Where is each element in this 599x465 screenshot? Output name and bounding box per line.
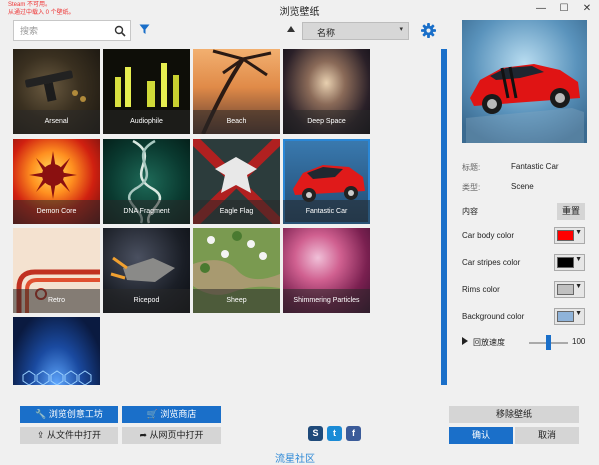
rims-color-label: Rims color (462, 285, 500, 294)
wallpaper-title: Demon Core (13, 200, 100, 224)
car-stripes-color-swatch (557, 257, 574, 268)
upload-icon: ⇪ (36, 430, 45, 440)
sort-value: 名称 (317, 28, 336, 38)
wallpaper-tile[interactable]: Retro (13, 228, 100, 313)
minimize-button[interactable]: — (530, 0, 552, 18)
search-icon[interactable] (114, 25, 126, 37)
community-watermark: 流星社区 (275, 454, 315, 465)
wallpaper-title: DNA Fragment (103, 200, 190, 224)
type-value: Scene (511, 182, 534, 191)
wallpaper-title: Shimmering Particles (283, 289, 370, 313)
wallpaper-tile[interactable]: Audiophile (103, 49, 190, 134)
chevron-down-icon: ▾ (399, 26, 403, 33)
wallpaper-tile[interactable]: Arsenal (13, 49, 100, 134)
open-from-file-label: 从文件中打开 (47, 430, 102, 440)
wallpaper-tile[interactable]: DNA Fragment (103, 139, 190, 224)
gear-icon[interactable] (421, 23, 436, 38)
wallpaper-title: Retro (13, 289, 100, 313)
background-color-picker[interactable]: ▼ (554, 308, 585, 325)
wallpaper-title: Fantastic Car (283, 200, 370, 224)
wallpaper-title: Audiophile (103, 110, 190, 134)
filter-icon[interactable] (139, 24, 150, 35)
sort-dropdown[interactable]: 名称 ▾ (302, 22, 409, 40)
car-body-color-picker[interactable]: ▼ (554, 227, 585, 244)
cancel-button[interactable]: 取消 (515, 427, 579, 444)
search-box (13, 20, 131, 41)
content-label: 内容 (462, 207, 478, 216)
playback-speed-label: 回放速度 (473, 338, 505, 347)
cart-icon: 🛒 (146, 409, 158, 419)
car-body-color-label: Car body color (462, 231, 515, 240)
wallpaper-tile[interactable]: Sheep (193, 228, 280, 313)
reset-button[interactable]: 重置 (557, 203, 585, 220)
playback-speed-value: 100 (572, 337, 586, 346)
browse-workshop-label: 浏览创意工坊 (48, 409, 103, 419)
wallpaper-title: Beach (193, 110, 280, 134)
title-label: 标题: (462, 163, 481, 172)
wallpaper-tile[interactable]: Shimmering Particles (283, 228, 370, 313)
chevron-down-icon: ▼ (575, 229, 582, 236)
wallpaper-tile[interactable]: Ricepod (103, 228, 190, 313)
car-stripes-color-label: Car stripes color (462, 258, 521, 267)
type-label: 类型: (462, 183, 481, 192)
wallpaper-title: Ricepod (103, 289, 190, 313)
preview-image (462, 20, 587, 143)
browse-store-label: 浏览商店 (160, 409, 197, 419)
wallpaper-thumbnail (22, 370, 92, 385)
rims-color-picker[interactable]: ▼ (554, 281, 585, 298)
search-input[interactable] (14, 21, 116, 40)
scrollbar-thumb[interactable] (441, 49, 447, 385)
facebook-icon[interactable]: f (346, 426, 361, 441)
steam-icon[interactable]: S (308, 426, 323, 441)
car-preview (462, 20, 587, 143)
open-from-web-label: 从网页中打开 (149, 430, 204, 440)
rims-color-swatch (557, 284, 574, 295)
background-color-swatch (557, 311, 574, 322)
browse-workshop-button[interactable]: 🔧 浏览创意工坊 (20, 406, 118, 423)
maximize-button[interactable]: ☐ (553, 0, 575, 18)
playback-speed-handle[interactable] (546, 335, 551, 350)
chevron-down-icon: ▼ (575, 256, 582, 263)
title-value: Fantastic Car (511, 162, 559, 171)
wallpaper-tile[interactable]: Eagle Flag (193, 139, 280, 224)
wallpaper-title: Sheep (193, 289, 280, 313)
remove-wallpaper-button[interactable]: 移除壁纸 (449, 406, 579, 423)
window-title: 浏览壁纸 (279, 7, 320, 18)
chevron-down-icon: ▼ (575, 283, 582, 290)
twitter-icon[interactable]: t (327, 426, 342, 441)
open-from-file-button[interactable]: ⇪ 从文件中打开 (20, 427, 118, 444)
play-icon[interactable] (462, 337, 468, 345)
car-body-color-swatch (557, 230, 574, 241)
wallpaper-title: Deep Space (283, 110, 370, 134)
chevron-down-icon: ▼ (575, 310, 582, 317)
wallpaper-tile[interactable]: Demon Core (13, 139, 100, 224)
wallpaper-tile[interactable]: Fantastic Car (283, 139, 370, 224)
sort-direction-icon[interactable] (287, 26, 295, 32)
open-from-web-button[interactable]: ➦ 从网页中打开 (122, 427, 221, 444)
ok-button[interactable]: 确认 (449, 427, 513, 444)
wrench-icon: 🔧 (35, 409, 47, 419)
wallpaper-tile[interactable]: Deep Space (283, 49, 370, 134)
background-color-label: Background color (462, 312, 525, 321)
close-button[interactable]: ✕ (576, 0, 598, 18)
wallpaper-title: Arsenal (13, 110, 100, 134)
car-stripes-color-picker[interactable]: ▼ (554, 254, 585, 271)
wallpaper-tile[interactable] (13, 317, 100, 385)
wallpaper-tile[interactable]: Beach (193, 49, 280, 134)
arrow-icon: ➦ (139, 430, 147, 440)
wallpaper-title: Eagle Flag (193, 200, 280, 224)
browse-store-button[interactable]: 🛒 浏览商店 (122, 406, 221, 423)
